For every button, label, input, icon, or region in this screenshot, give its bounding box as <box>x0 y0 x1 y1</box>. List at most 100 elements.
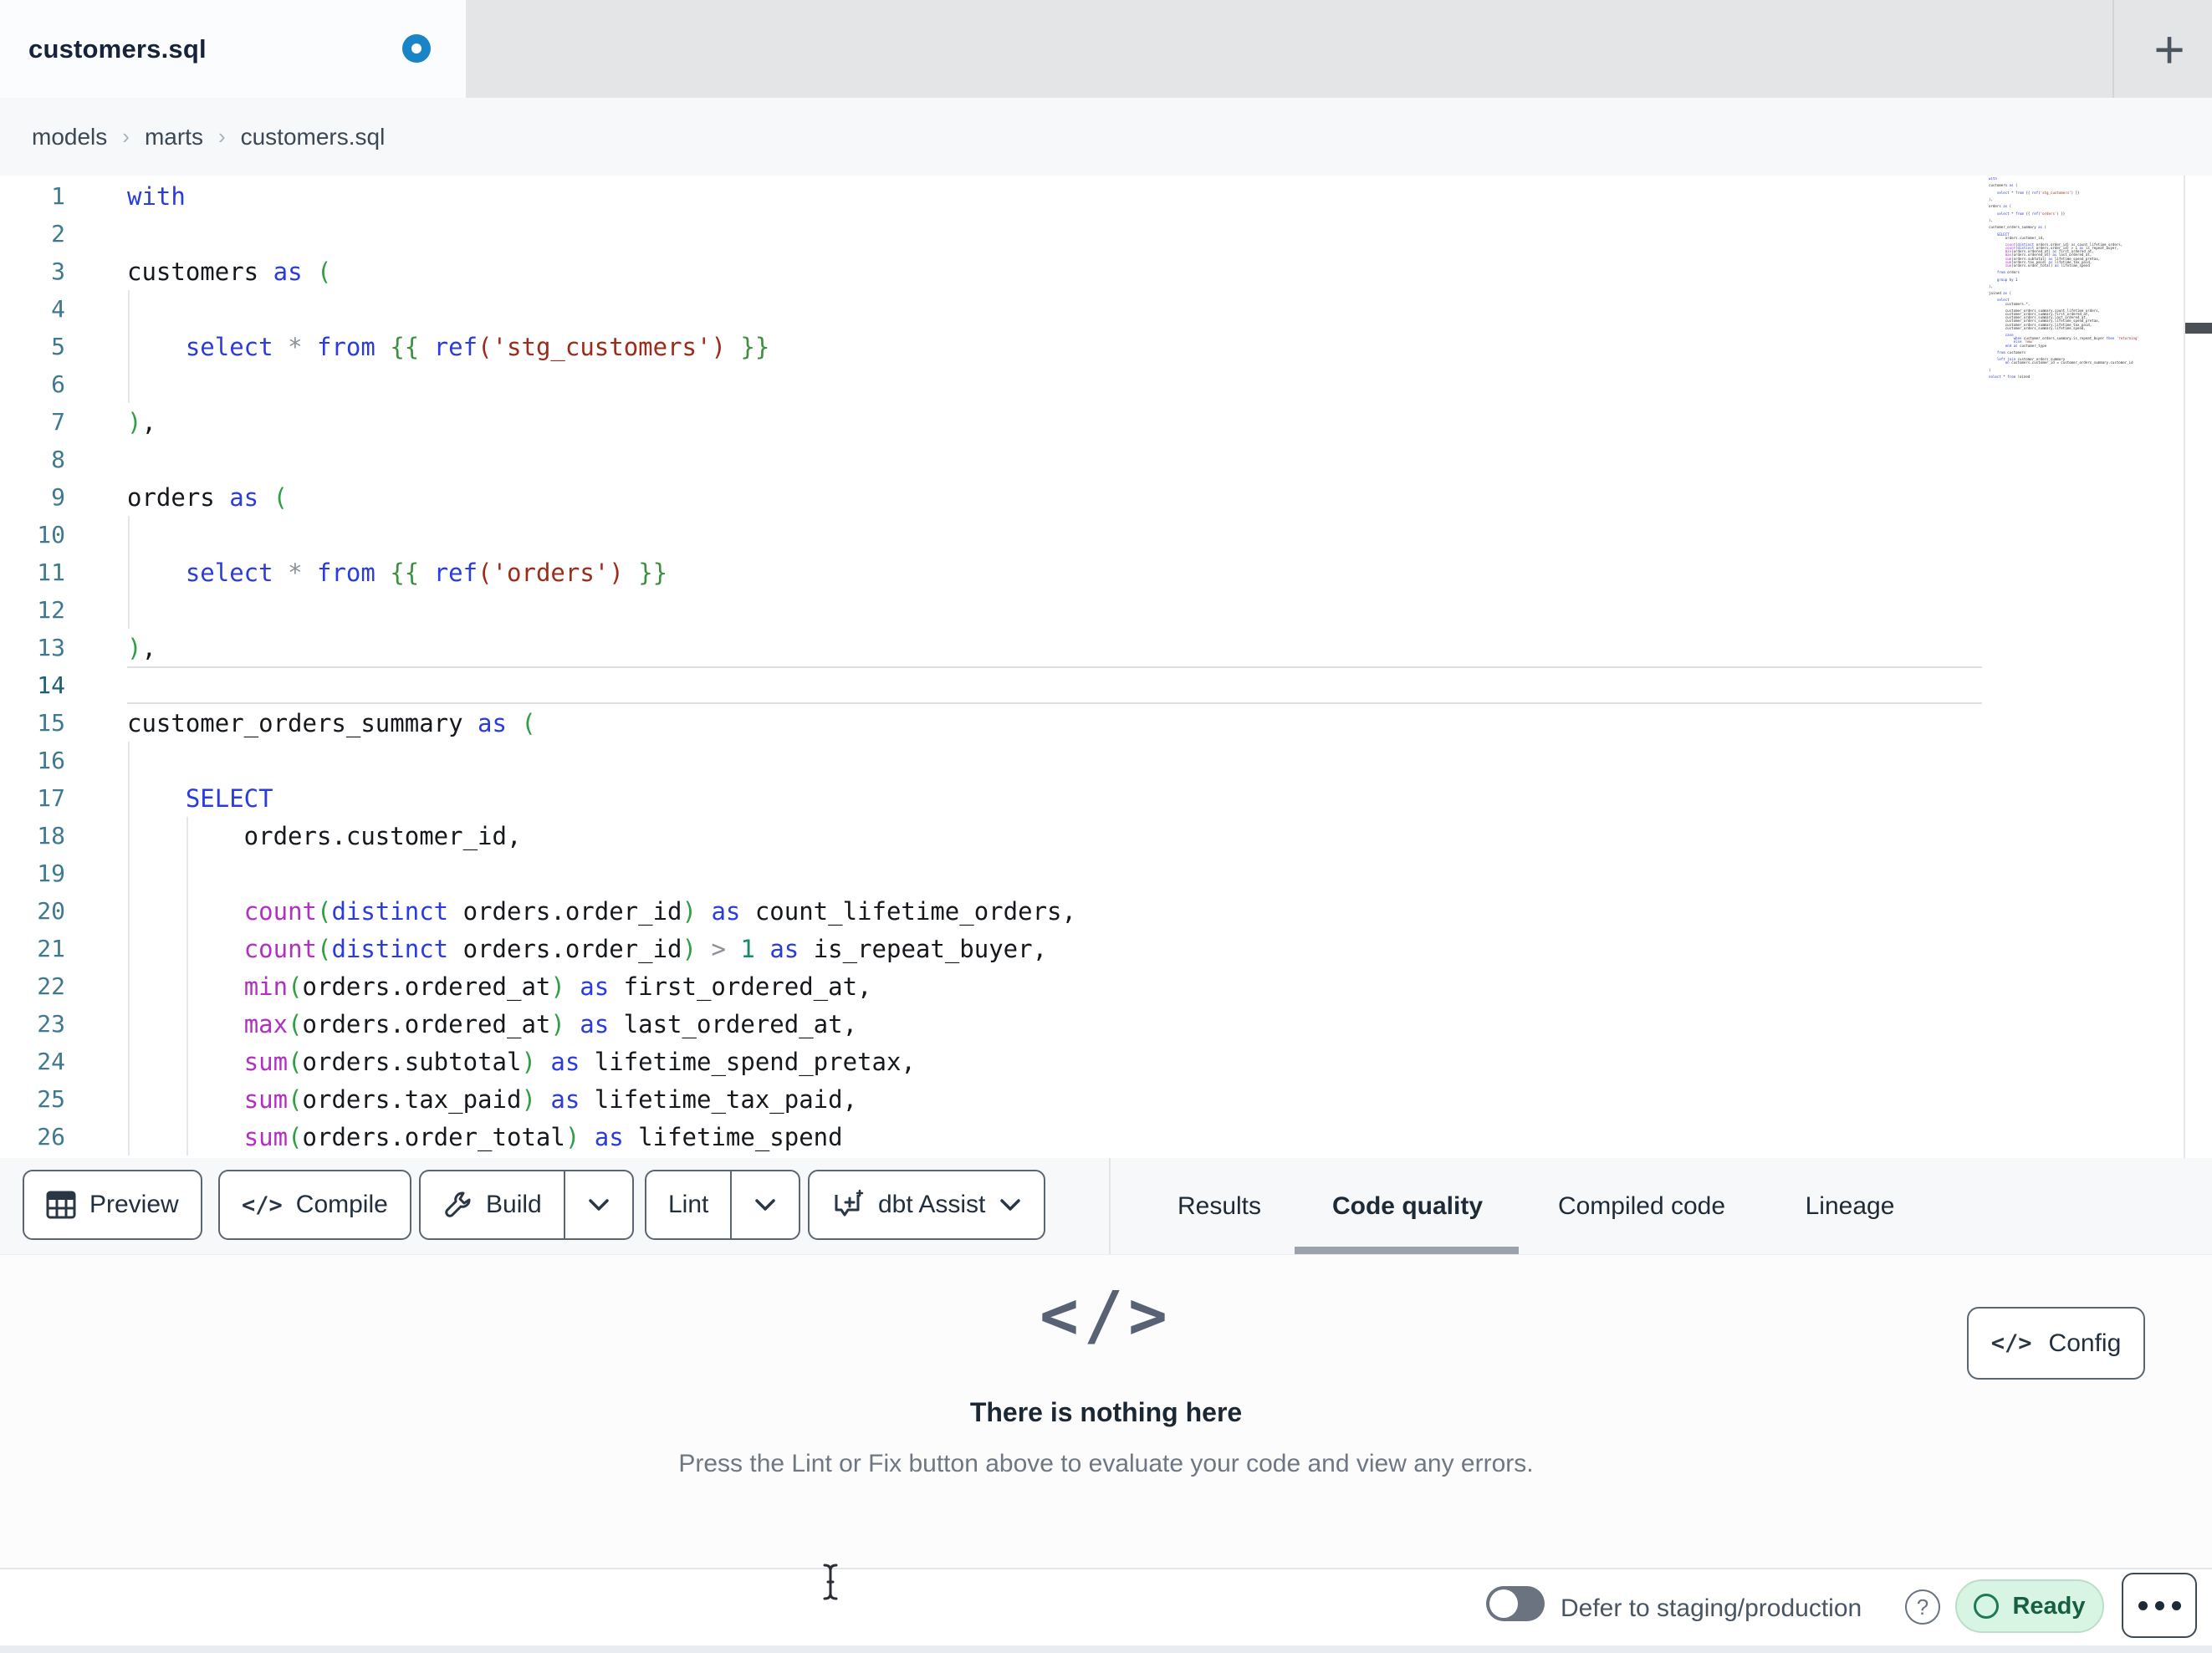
ready-label: Ready <box>2012 1592 2086 1620</box>
breadcrumb-customers-sql[interactable]: customers.sql <box>241 124 386 151</box>
code-line-13[interactable]: 13), <box>0 629 2184 666</box>
defer-label: Defer to staging/production <box>1561 1594 1862 1622</box>
code-line-5[interactable]: 5 select * from {{ ref('stg_customers') … <box>0 328 2184 365</box>
line-number: 11 <box>37 559 65 586</box>
config-button[interactable]: </> Config <box>1967 1307 2145 1380</box>
lint-options-button[interactable] <box>732 1171 799 1238</box>
code-line-3[interactable]: 3 customers as ( <box>0 253 2184 290</box>
lint-button-label: Lint <box>668 1191 709 1218</box>
tab-lineage-label: Lineage <box>1805 1191 1895 1220</box>
line-text: max(orders.ordered_at) as last_ordered_a… <box>243 1009 858 1038</box>
line-text: count(distinct orders.order_id) as count… <box>243 896 1076 926</box>
toolbar-panel-divider <box>1109 1158 1111 1254</box>
empty-state-description: Press the Lint or Fix button above to ev… <box>678 1450 1534 1477</box>
tab-code-quality[interactable]: Code quality <box>1332 1158 1483 1254</box>
code-line-23[interactable]: 23 max(orders.ordered_at) as last_ordere… <box>0 1005 2184 1043</box>
code-line-2[interactable]: 2 <box>0 215 2184 253</box>
code-line-24[interactable]: 24 sum(orders.subtotal) as lifetime_spen… <box>0 1043 2184 1080</box>
code-line-11[interactable]: 11 select * from {{ ref('orders') }} <box>0 554 2184 591</box>
build-button[interactable]: Build <box>421 1171 564 1238</box>
code-line-19[interactable]: 19 <box>0 855 2184 892</box>
new-tab-button[interactable]: + <box>2128 0 2211 98</box>
breadcrumb: models › marts › customers.sql <box>32 98 385 176</box>
help-glyph: ? <box>1916 1594 1929 1620</box>
code-line-16[interactable]: 16 <box>0 742 2184 779</box>
active-tab-underline <box>1295 1247 1519 1254</box>
breadcrumb-models[interactable]: models <box>32 124 107 151</box>
wrench-icon <box>445 1191 471 1217</box>
code-line-4[interactable]: 4 <box>0 290 2184 328</box>
line-text: orders.customer_id, <box>127 821 522 850</box>
code-line-6[interactable]: 6 <box>0 365 2184 403</box>
line-text: sum(orders.order_total) as lifetime_spen… <box>243 1122 843 1151</box>
assist-chat-sparkle-icon <box>835 1189 864 1217</box>
code-line-1[interactable]: 1 with <box>0 177 2184 215</box>
line-number: 7 <box>51 408 65 436</box>
breadcrumb-marts[interactable]: marts <box>145 124 203 151</box>
dot-icon <box>2171 1600 2181 1610</box>
tab-compiled-code[interactable]: Compiled code <box>1558 1158 1725 1254</box>
line-number: 26 <box>37 1123 65 1150</box>
preview-button[interactable]: Preview <box>23 1170 202 1240</box>
breadcrumb-bar: models › marts › customers.sql Save <box>0 98 2212 266</box>
code-icon: </> <box>242 1191 283 1218</box>
line-number: 13 <box>37 634 65 661</box>
code-editor[interactable]: 1 with 2 3 customers as (4 5 select * from {{… <box>0 176 2212 1158</box>
code-line-17[interactable]: 17 SELECT <box>0 779 2184 817</box>
code-line-12[interactable]: 12 <box>0 591 2184 629</box>
tab-customers-sql[interactable]: customers.sql <box>0 0 466 98</box>
code-line-26[interactable]: 26 sum(orders.order_total) as lifetime_s… <box>0 1118 2184 1156</box>
text-cursor-pointer <box>823 1564 838 1600</box>
code-line-18[interactable]: 18 orders.customer_id, <box>0 817 2184 855</box>
line-number: 22 <box>37 972 65 1000</box>
code-line-10[interactable]: 10 <box>0 516 2184 554</box>
chevron-down-icon <box>755 1199 776 1211</box>
line-number: 25 <box>37 1085 65 1113</box>
active-line-highlight <box>127 666 1982 704</box>
line-text: orders as ( <box>127 482 289 512</box>
code-quality-panel: </> There is nothing here Press the Lint… <box>0 1254 2212 1568</box>
tab-compiled-code-label: Compiled code <box>1557 1191 1726 1220</box>
code-line-14[interactable]: 14 <box>0 666 2184 704</box>
line-text: customers as ( <box>127 257 332 286</box>
code-line-15[interactable]: 15 customer_orders_summary as ( <box>0 704 2184 742</box>
compile-button[interactable]: </> Compile <box>218 1170 411 1240</box>
code-line-25[interactable]: 25 sum(orders.tax_paid) as lifetime_tax_… <box>0 1080 2184 1118</box>
line-text: ), <box>127 407 156 436</box>
status-bar: Defer to staging/production ? Ready <box>0 1568 2212 1645</box>
line-text: count(distinct orders.order_id) > 1 as i… <box>243 934 1048 963</box>
line-text: select * from {{ ref('orders') }} <box>185 558 668 587</box>
line-number: 1 <box>51 182 65 210</box>
code-line-7[interactable]: 7), <box>0 403 2184 441</box>
dbt-assist-button[interactable]: dbt Assist <box>808 1170 1046 1240</box>
code-line-9[interactable]: 9 orders as ( <box>0 478 2184 516</box>
code-line-21[interactable]: 21 count(distinct orders.order_id) > 1 a… <box>0 930 2184 967</box>
line-number: 17 <box>37 784 65 812</box>
more-options-button[interactable] <box>2122 1573 2197 1638</box>
lint-split-button[interactable]: Lint <box>645 1170 801 1240</box>
line-number: 21 <box>37 935 65 962</box>
build-options-button[interactable] <box>565 1171 632 1238</box>
lint-button[interactable]: Lint <box>646 1171 730 1238</box>
ready-circle-icon <box>1974 1594 2000 1619</box>
code-line-22[interactable]: 22 min(orders.ordered_at) as first_order… <box>0 967 2184 1005</box>
tab-results[interactable]: Results <box>1178 1158 1261 1254</box>
code-line-8[interactable]: 8 <box>0 441 2184 478</box>
line-number: 14 <box>37 671 65 699</box>
line-text: min(orders.ordered_at) as first_ordered_… <box>243 972 872 1001</box>
tab-title: customers.sql <box>28 33 207 64</box>
code-line-20[interactable]: 20 count(distinct orders.order_id) as co… <box>0 892 2184 930</box>
tab-lineage[interactable]: Lineage <box>1806 1158 1895 1254</box>
toggle-knob <box>1489 1589 1518 1618</box>
dot-icon <box>2138 1600 2148 1610</box>
chevron-down-icon <box>588 1199 609 1211</box>
line-text: ), <box>127 633 156 662</box>
scrollbar-thumb[interactable] <box>2185 323 2212 334</box>
minimap[interactable]: with customers as ( select * from {{ ref… <box>1989 177 2184 378</box>
build-split-button[interactable]: Build <box>419 1170 634 1240</box>
line-number: 9 <box>51 483 65 511</box>
plus-icon: + <box>2153 18 2185 79</box>
defer-toggle[interactable] <box>1486 1586 1545 1621</box>
help-icon[interactable]: ? <box>1905 1589 1940 1625</box>
line-text: SELECT <box>185 783 273 813</box>
